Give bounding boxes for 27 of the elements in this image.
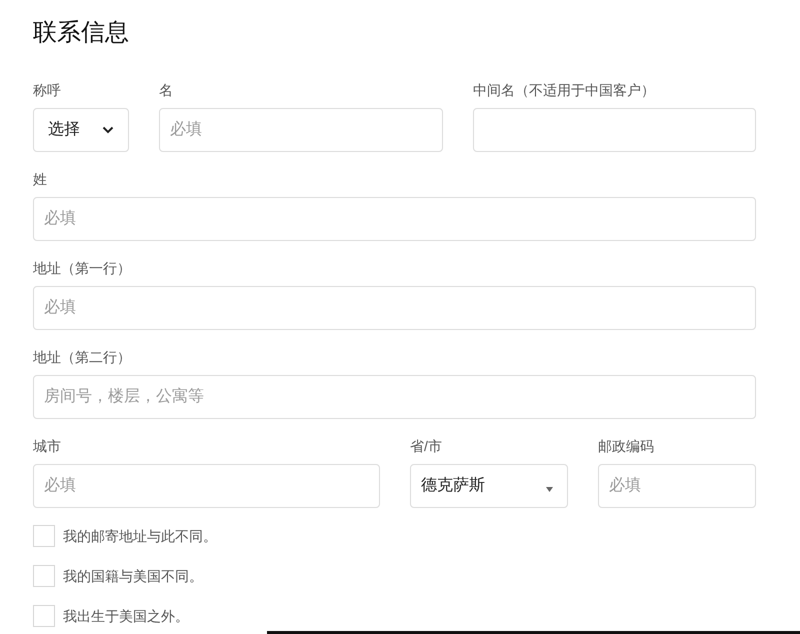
- section-title: 联系信息: [33, 18, 130, 48]
- field-label: 姓: [33, 170, 48, 189]
- checkbox-label: 我的邮寄地址与此不同。: [63, 527, 217, 546]
- input-field[interactable]: 必填: [33, 197, 756, 241]
- input-field[interactable]: [473, 108, 756, 152]
- field-label: 邮政编码: [598, 437, 655, 456]
- field-label: 地址（第一行）: [33, 259, 132, 278]
- input-field[interactable]: 必填: [598, 464, 756, 508]
- field-label: 称呼: [33, 81, 62, 100]
- checkbox[interactable]: [33, 525, 55, 547]
- checkbox-label: 我的国籍与美国不同。: [63, 567, 203, 586]
- chevron-down-icon: [102, 126, 114, 134]
- input-field[interactable]: 必填: [33, 286, 756, 330]
- field-label: 名: [159, 81, 174, 100]
- input-field[interactable]: 必填: [33, 464, 380, 508]
- field-label: 中间名（不适用于中国客户）: [473, 81, 656, 100]
- checkbox-label: 我出生于美国之外。: [63, 607, 189, 626]
- title-select[interactable]: 选择: [33, 108, 129, 152]
- checkbox[interactable]: [33, 565, 55, 587]
- field-label: 省/市: [410, 437, 443, 456]
- field-label: 城市: [33, 437, 62, 456]
- province-select[interactable]: 德克萨斯: [410, 464, 568, 508]
- checkbox[interactable]: [33, 605, 55, 627]
- caret-down-icon: [546, 486, 553, 492]
- field-label: 地址（第二行）: [33, 348, 132, 367]
- input-field[interactable]: 必填: [159, 108, 443, 152]
- input-field[interactable]: 房间号，楼层，公寓等: [33, 375, 756, 419]
